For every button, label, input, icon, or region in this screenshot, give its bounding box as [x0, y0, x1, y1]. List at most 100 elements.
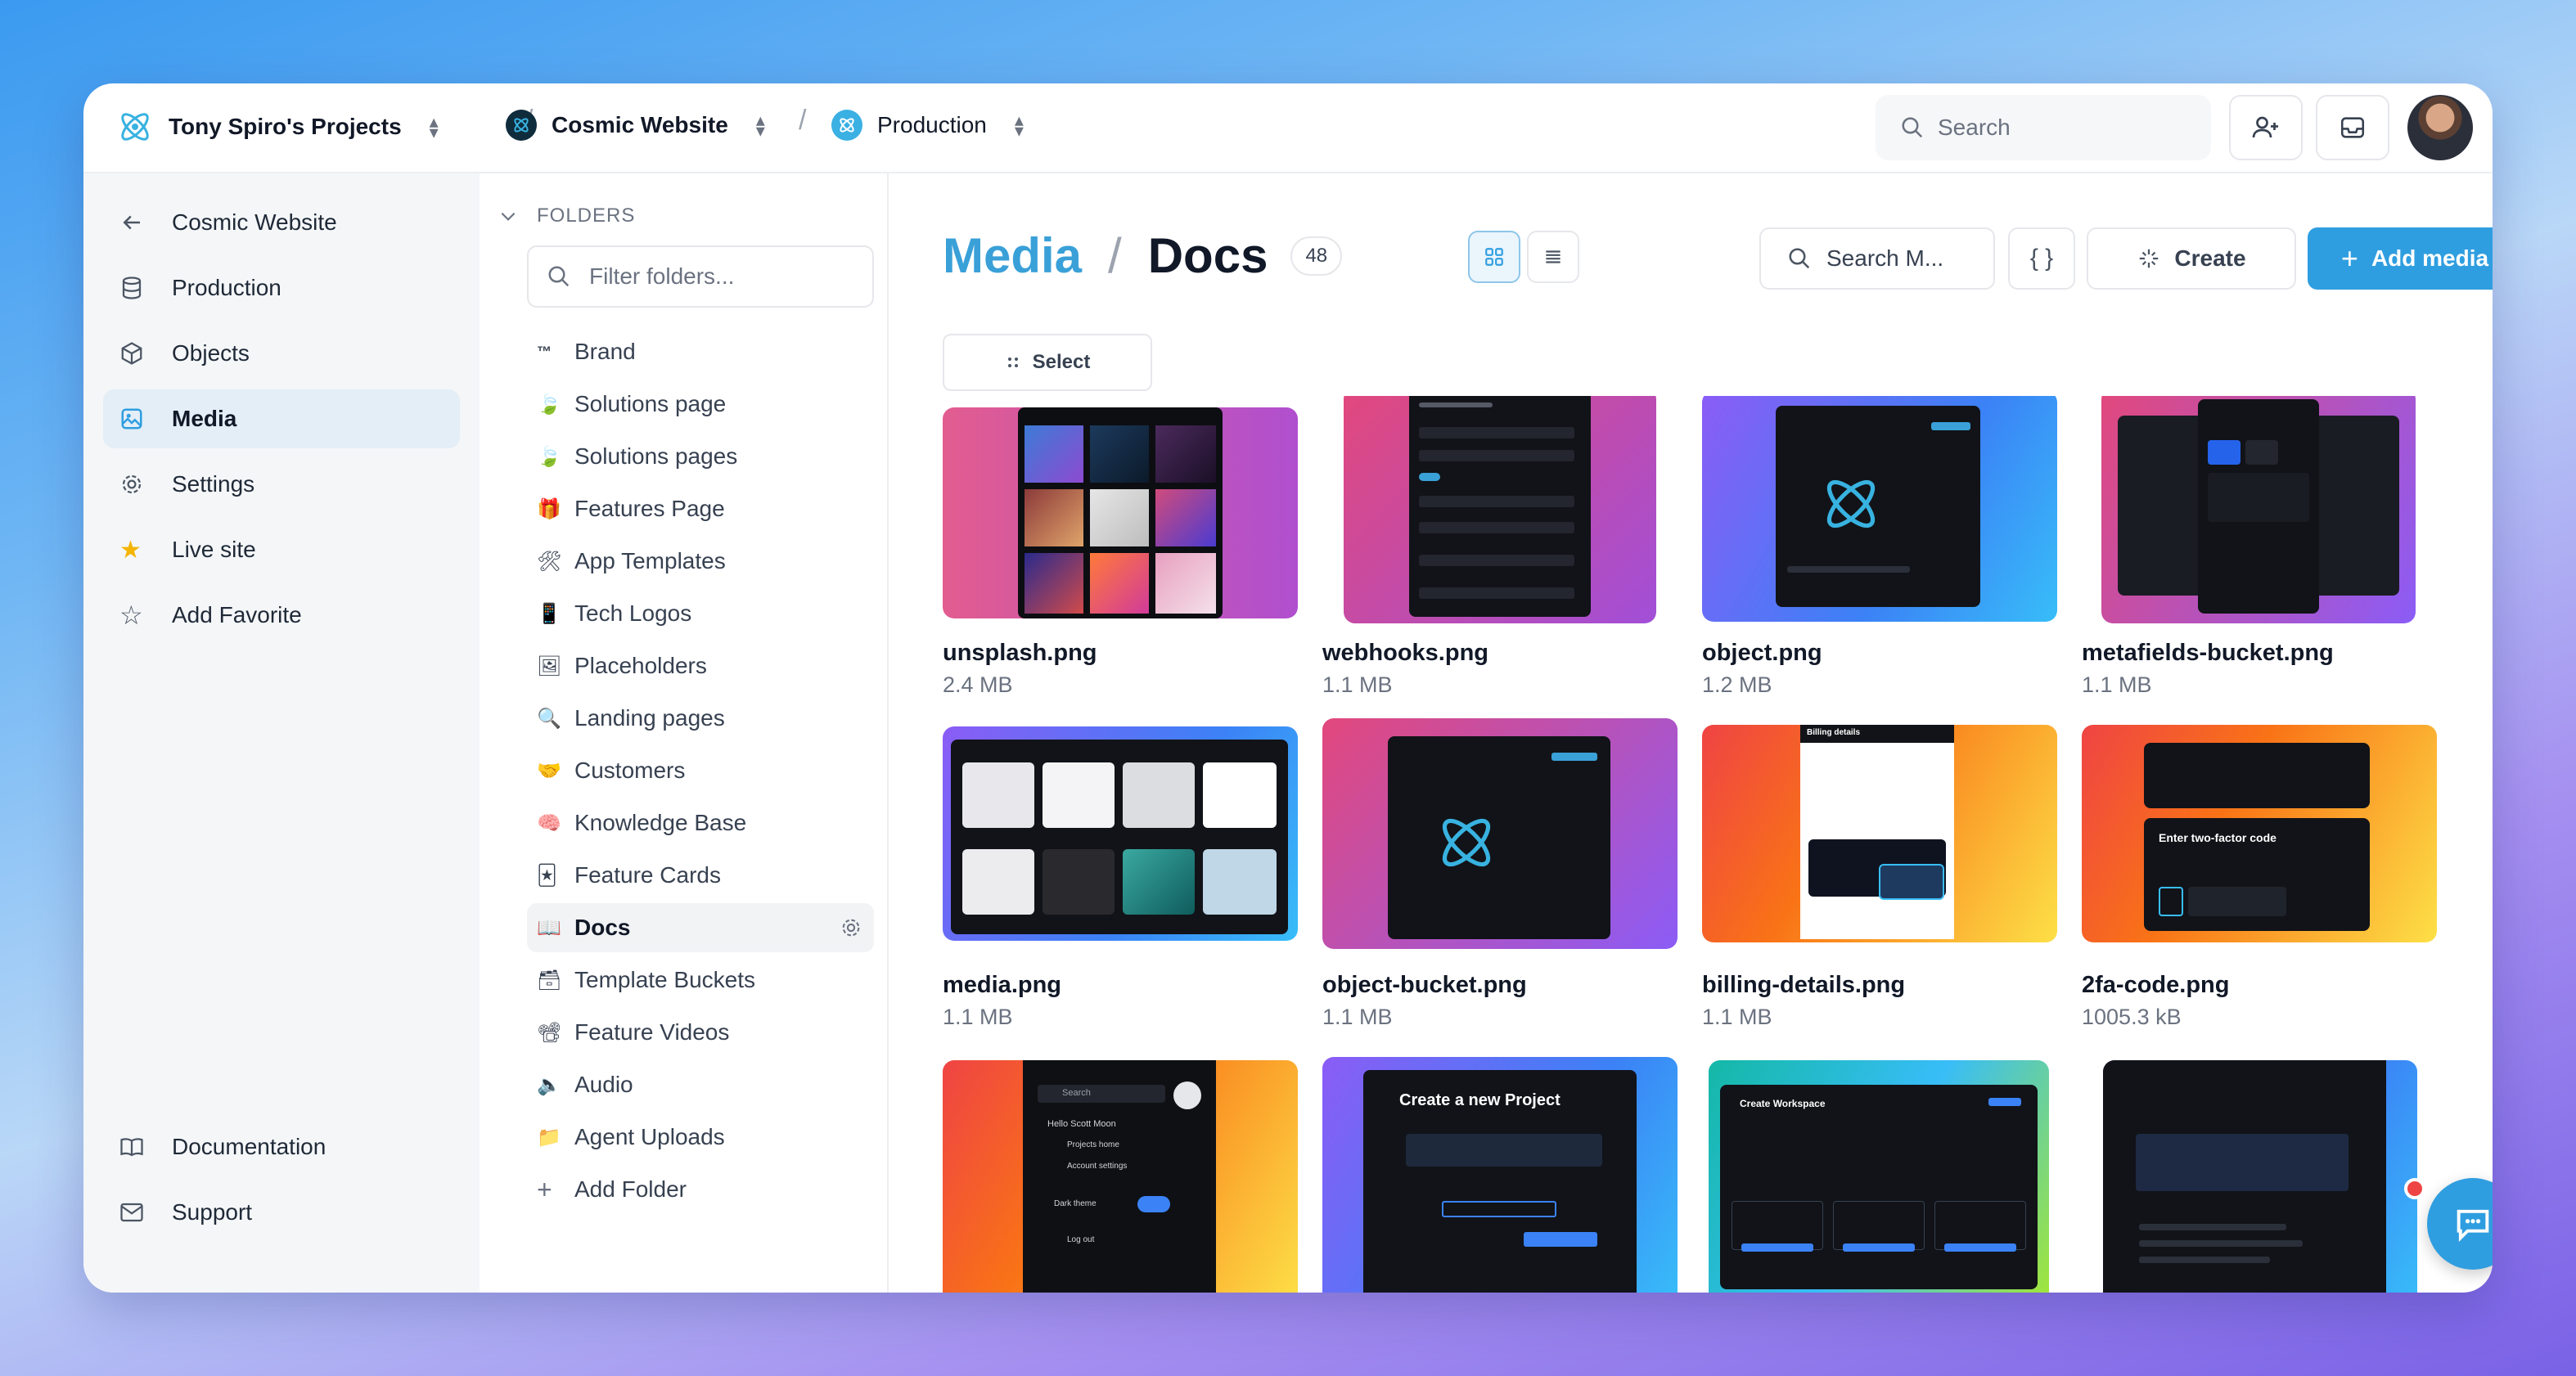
- media-filesize: 1.1 MB: [1322, 672, 1393, 697]
- nav-item-add-favorite[interactable]: ☆ Add Favorite: [103, 586, 460, 645]
- folder-item[interactable]: 🎁 Features Page: [527, 484, 874, 533]
- invite-user-button[interactable]: [2229, 95, 2303, 160]
- nav-item-settings[interactable]: Settings: [103, 455, 460, 514]
- bucket-switcher[interactable]: Production ▴ ▾: [831, 110, 1024, 141]
- media-thumbnail: [1702, 396, 2057, 622]
- add-media-button[interactable]: + Add media: [2308, 227, 2493, 290]
- folder-label: Brand: [574, 339, 636, 364]
- search-icon: [1902, 117, 1923, 138]
- folder-item[interactable]: ™ Brand: [527, 327, 874, 376]
- braces-icon: { }: [2029, 245, 2054, 272]
- media-filesize: 1.1 MB: [1702, 1005, 1772, 1029]
- thumbnail-screenshot: [951, 740, 1288, 934]
- nav-label: Cosmic Website: [172, 209, 337, 235]
- folder-item[interactable]: 🍃 Solutions pages: [527, 432, 874, 481]
- folder-emoji-icon: 🧠: [537, 812, 561, 834]
- list-view-button[interactable]: [1527, 231, 1579, 283]
- chevron-updown-icon: ▴ ▾: [755, 109, 765, 141]
- folder-emoji-icon: 🃏: [537, 864, 557, 887]
- media-thumbnail: [1344, 396, 1656, 623]
- star-outline-icon: ☆: [119, 600, 143, 630]
- folder-item[interactable]: 📁 Agent Uploads: [527, 1113, 874, 1162]
- thumb-text: Search: [1062, 1088, 1091, 1098]
- folder-item[interactable]: 🤝 Customers: [527, 746, 874, 795]
- title-media-link[interactable]: Media: [943, 227, 1082, 284]
- folder-emoji-icon: 🛠: [537, 550, 562, 573]
- media-thumbnail: [943, 726, 1298, 941]
- search-icon: [548, 266, 570, 287]
- media-search-placeholder: Search M...: [1826, 245, 1944, 271]
- media-filename: billing-details.png: [1702, 972, 1906, 998]
- avatar: [1173, 1081, 1201, 1109]
- media-filename: object.png: [1702, 640, 1822, 666]
- user-avatar[interactable]: [2407, 95, 2473, 160]
- folder-label: Landing pages: [574, 705, 725, 731]
- thumbnail-screenshot: Enter two-factor code: [2144, 818, 2370, 931]
- chevron-updown-icon: ▴ ▾: [1014, 109, 1024, 141]
- create-button[interactable]: Create: [2087, 227, 2296, 290]
- folder-item[interactable]: 🃏 Feature Cards: [527, 851, 874, 900]
- folder-emoji-icon: 🍃: [537, 445, 561, 468]
- gear-icon[interactable]: [840, 916, 862, 939]
- add-folder-button[interactable]: + Add Folder: [527, 1165, 874, 1214]
- folders-toggle[interactable]: FOLDERS: [498, 205, 635, 227]
- thumb-text: Hello Scott Moon: [1047, 1119, 1116, 1129]
- cosmic-logo-icon: [1826, 479, 1876, 528]
- folder-item[interactable]: 🔈 Audio: [527, 1060, 874, 1109]
- nav-item-support[interactable]: Support: [103, 1183, 460, 1242]
- gear-icon: [122, 474, 142, 494]
- project-switcher[interactable]: Cosmic Website ▴ ▾: [506, 110, 765, 141]
- media-filename: 2fa-code.png: [2082, 972, 2230, 998]
- mail-icon: [120, 1203, 143, 1222]
- folder-item[interactable]: 🔍 Landing pages: [527, 694, 874, 743]
- nav-item-media[interactable]: Media: [103, 389, 460, 448]
- folder-item[interactable]: 📱 Tech Logos: [527, 589, 874, 638]
- title-separator: /: [1108, 228, 1122, 283]
- workspace-switcher[interactable]: Tony Spiro's Projects ▴ ▾: [116, 108, 439, 146]
- folder-item[interactable]: 📽 Feature Videos: [527, 1008, 874, 1057]
- thumbnail-screenshot: Billing details: [1800, 725, 1954, 939]
- folder-emoji-icon: 🔈: [537, 1073, 561, 1096]
- folder-item[interactable]: 🍃 Solutions page: [527, 380, 874, 429]
- media-search-input[interactable]: Search M...: [1759, 227, 1995, 290]
- nav-item-live-site[interactable]: ★ Live site: [103, 520, 460, 579]
- folder-emoji-icon: 📁: [537, 1126, 561, 1149]
- chevron-updown-icon: ▴ ▾: [429, 110, 439, 142]
- global-search[interactable]: Search: [1876, 95, 2211, 160]
- folder-label: Knowledge Base: [574, 810, 747, 835]
- folder-item[interactable]: 🧠 Knowledge Base: [527, 798, 874, 848]
- folder-item[interactable]: 🖼 Placeholders: [527, 641, 874, 690]
- notification-dot: [2404, 1178, 2425, 1199]
- nav-label: Settings: [172, 471, 255, 497]
- folder-label: Features Page: [574, 496, 725, 521]
- thumbnail-screenshot: [2144, 743, 2370, 808]
- nav-item-objects[interactable]: Objects: [103, 324, 460, 383]
- select-button[interactable]: Select: [943, 334, 1152, 391]
- media-filename: webhooks.png: [1322, 640, 1488, 666]
- inbox-button[interactable]: [2316, 95, 2389, 160]
- media-thumbnail: Create Workspace: [1709, 1060, 2049, 1293]
- thumb-text: Log out: [1067, 1235, 1095, 1244]
- filter-folders-input[interactable]: Filter folders...: [527, 245, 874, 308]
- nav-back-cosmic-website[interactable]: Cosmic Website: [103, 193, 460, 252]
- folder-item[interactable]: 🗃 Template Buckets: [527, 956, 874, 1005]
- chevron-down-icon: [501, 212, 516, 221]
- thumbnail-screenshot: [1776, 406, 1980, 607]
- nav-label: Objects: [172, 340, 250, 366]
- nav-label: Media: [172, 406, 237, 431]
- folder-item-docs[interactable]: 📖 Docs: [527, 903, 874, 952]
- thumb-text: Enter two-factor code: [2159, 831, 2277, 844]
- json-view-button[interactable]: { }: [2008, 227, 2075, 290]
- grid-icon: [1485, 248, 1503, 266]
- nav-item-documentation[interactable]: Documentation: [103, 1117, 460, 1176]
- search-icon: [1789, 248, 1810, 269]
- plus-icon: +: [537, 1174, 552, 1204]
- nav-item-production[interactable]: Production: [103, 259, 460, 317]
- thumbnail-screenshot: [2198, 399, 2319, 614]
- thumbnail-screenshot: [1388, 736, 1610, 939]
- sparkle-icon: [2140, 249, 2159, 268]
- folder-item[interactable]: 🛠 App Templates: [527, 537, 874, 586]
- grid-view-button[interactable]: [1468, 231, 1520, 283]
- media-filename: media.png: [943, 972, 1062, 998]
- cosmic-logo-icon: [121, 113, 149, 141]
